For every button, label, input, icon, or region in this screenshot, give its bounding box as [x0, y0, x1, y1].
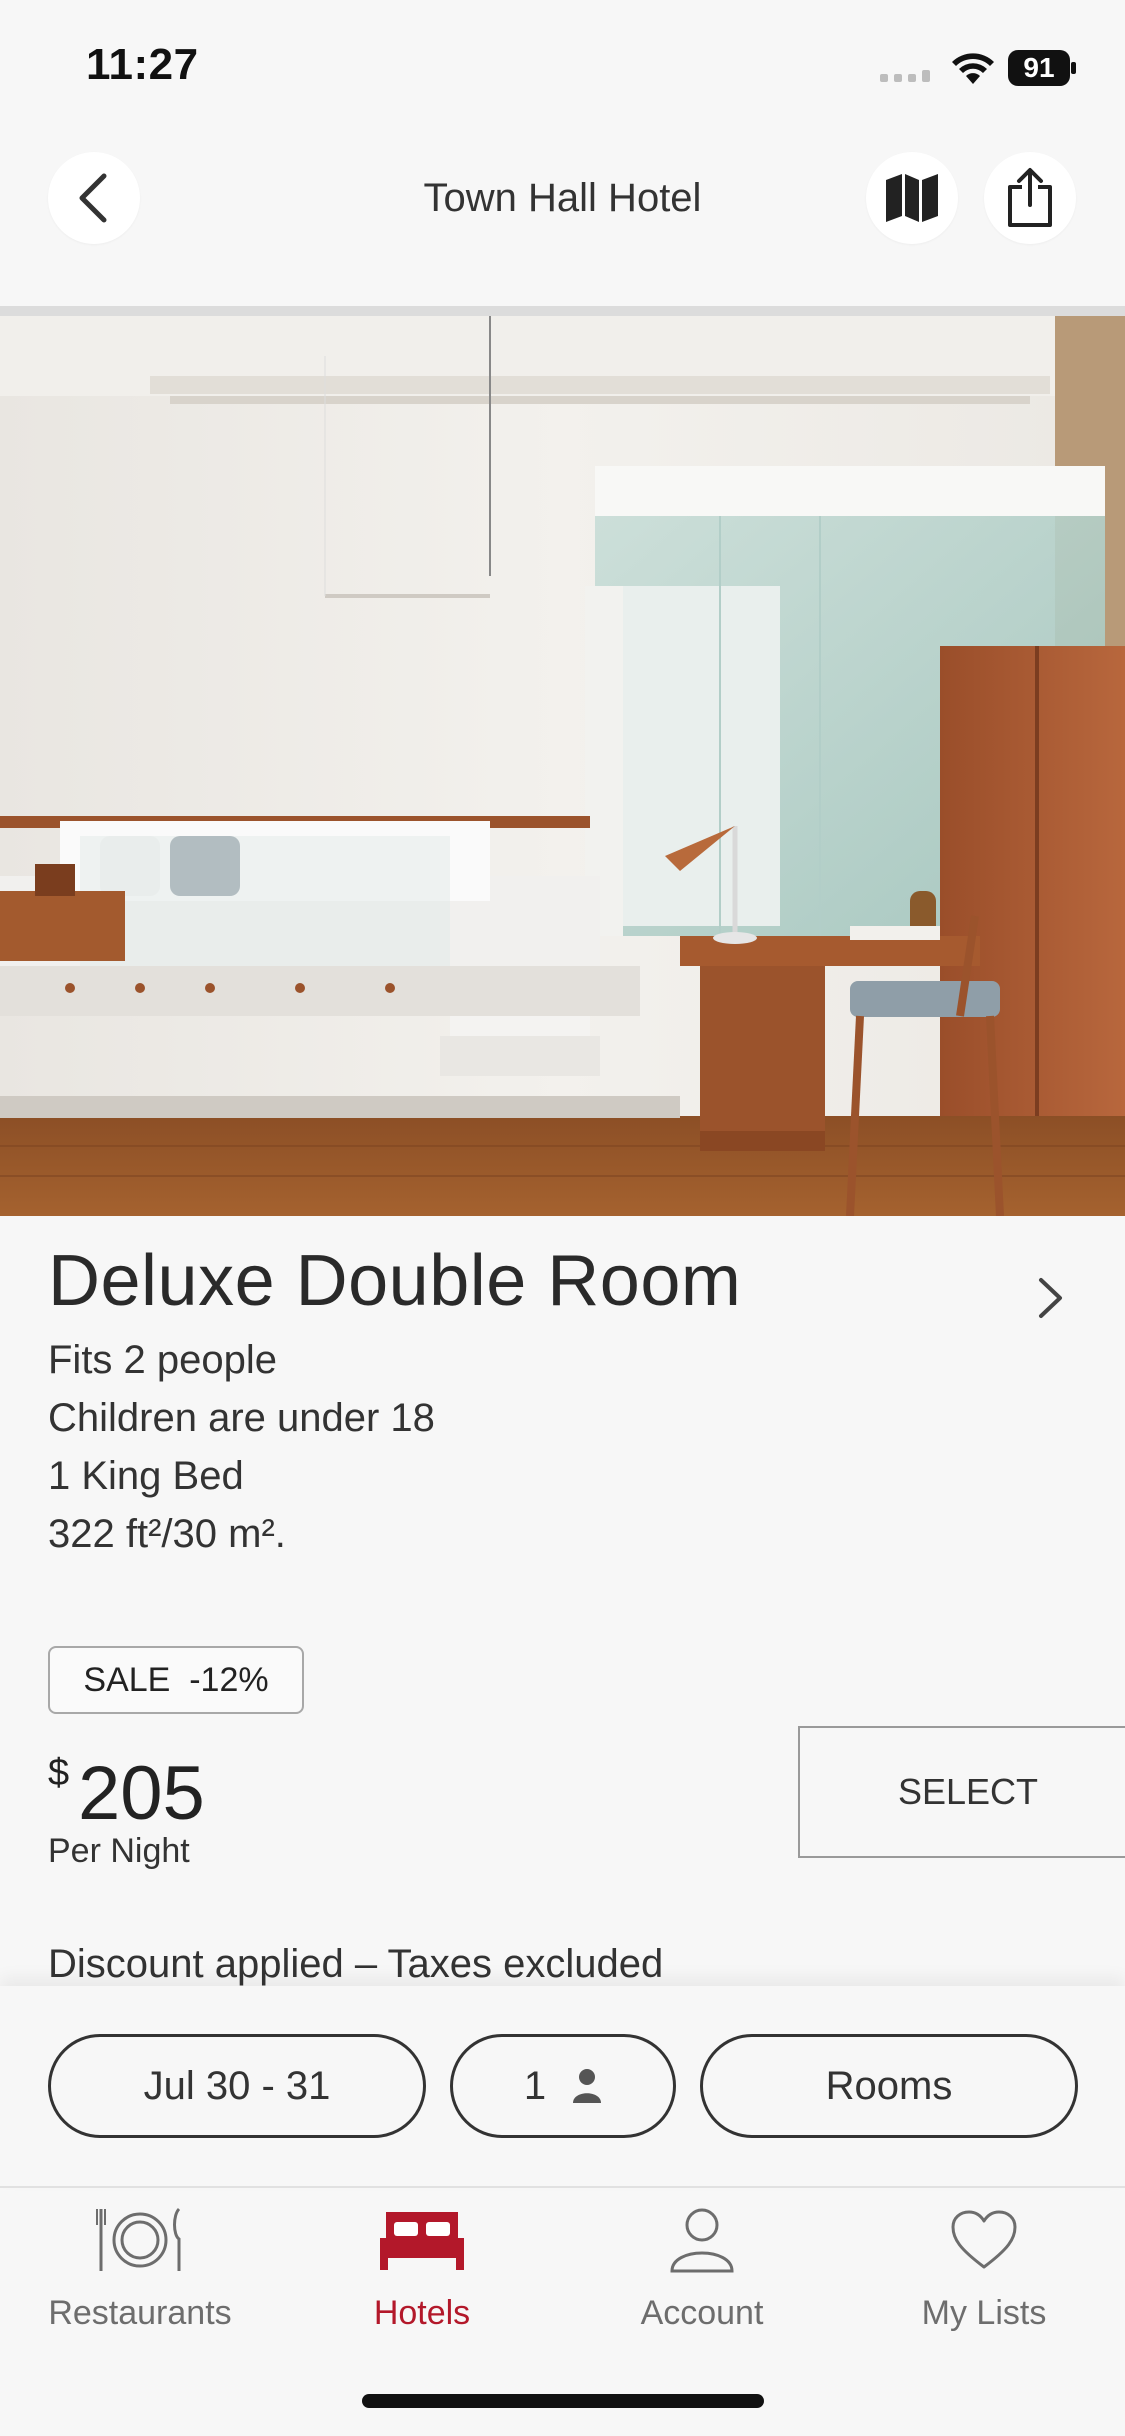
status-time: 11:27: [86, 40, 199, 89]
guests-count: 1: [523, 2063, 547, 2108]
header-divider: [0, 306, 1125, 316]
wifi-icon: [952, 53, 994, 84]
guests-selector[interactable]: 1: [450, 2034, 676, 2138]
tab-restaurants[interactable]: Restaurants: [30, 2200, 250, 2333]
tab-hotels-label: Hotels: [373, 2294, 471, 2332]
heart-icon: [951, 2210, 1017, 2269]
person-icon: [670, 2208, 734, 2273]
room-size: 322 ft²/30 m².: [48, 1512, 286, 1556]
room-details-button[interactable]: [1036, 1276, 1066, 1325]
rooms-selector[interactable]: Rooms: [700, 2034, 1078, 2138]
tab-bar-divider: [0, 2186, 1125, 2188]
share-icon: [1008, 168, 1052, 227]
home-indicator: [362, 2394, 764, 2408]
room-name: Deluxe Double Room: [48, 1241, 742, 1321]
tab-account-label: Account: [640, 2294, 764, 2332]
room-bed-type: 1 King Bed: [48, 1454, 244, 1498]
tab-hotels[interactable]: Hotels: [312, 2200, 532, 2333]
map-icon: [886, 174, 938, 222]
chevron-right-icon: [1039, 1278, 1062, 1318]
tab-account[interactable]: Account: [592, 2200, 812, 2333]
price-unit: Per Night: [48, 1832, 190, 1870]
plate-icon: [96, 2207, 181, 2271]
bed-icon: [380, 2212, 464, 2270]
tab-my-lists-label: My Lists: [921, 2294, 1047, 2332]
battery-icon: 91: [1008, 50, 1076, 86]
map-button[interactable]: [866, 152, 958, 244]
tab-restaurants-label: Restaurants: [48, 2294, 232, 2332]
dates-label: Jul 30 - 31: [143, 2063, 331, 2108]
share-button[interactable]: [984, 152, 1076, 244]
tab-my-lists[interactable]: My Lists: [874, 2200, 1094, 2333]
discount-note: Discount applied – Taxes excluded: [48, 1942, 664, 1986]
cellular-signal-icon: [880, 70, 930, 82]
room-children-policy: Children are under 18: [48, 1396, 435, 1440]
room-photo[interactable]: [0, 316, 1125, 1216]
person-icon: [573, 2069, 602, 2103]
select-button[interactable]: SELECT: [798, 1726, 1125, 1858]
price-value: 205: [78, 1751, 205, 1836]
room-capacity: Fits 2 people: [48, 1338, 278, 1382]
battery-level: 91: [1008, 50, 1070, 86]
sale-badge: SALE -12%: [48, 1646, 304, 1714]
price-currency: $: [48, 1752, 70, 1794]
sale-badge-label: SALE -12%: [83, 1660, 269, 1699]
rooms-label: Rooms: [825, 2063, 953, 2108]
dates-selector[interactable]: Jul 30 - 31: [48, 2034, 426, 2138]
